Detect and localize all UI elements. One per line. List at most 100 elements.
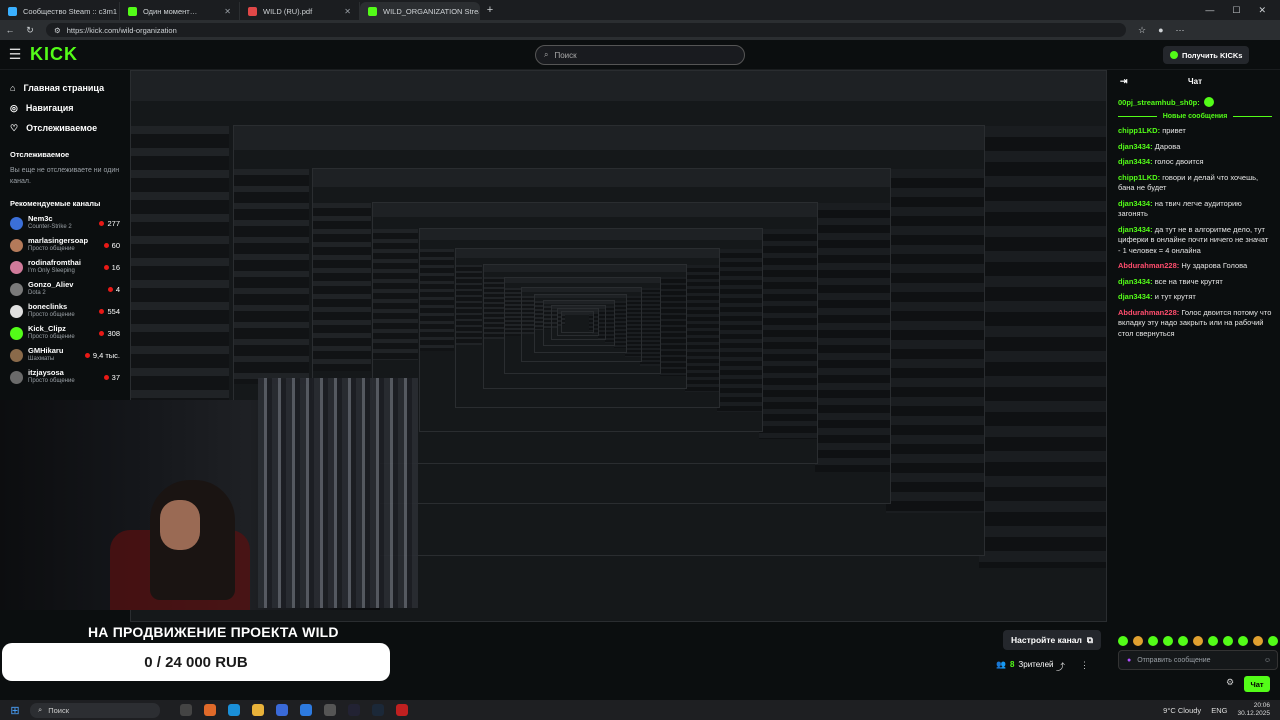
url-field[interactable]: ⚙ https://kick.com/wild-organization	[46, 23, 1126, 37]
browser-tab-1[interactable]: Сообщество Steam :: c3m1✕	[0, 2, 120, 20]
chat-username[interactable]: Abdurahman228:	[1118, 261, 1179, 270]
share-icon[interactable]: ⤴	[1056, 660, 1065, 673]
viewer-count: 16	[111, 262, 120, 272]
mail-icon[interactable]	[300, 704, 312, 716]
language-indicator[interactable]: ENG	[1211, 706, 1227, 715]
browser-tab-3[interactable]: WILD (RU).pdf ✕	[240, 2, 360, 20]
clock[interactable]: 20:06 30.12.2025	[1237, 702, 1270, 718]
nav-home[interactable]: ⌂ Главная страница	[10, 78, 120, 98]
wild-icon[interactable]	[348, 704, 360, 716]
live-dot-icon	[99, 330, 105, 336]
channel-category: I'm Only Sleeping	[28, 268, 75, 274]
steam-icon[interactable]	[372, 704, 384, 716]
chat-username[interactable]: djan3434:	[1118, 199, 1153, 208]
channel-item[interactable]: GMHikaru Шахматы 9,4 тыс.	[10, 344, 120, 366]
chat-panel: ⇥ Чат 00pj_streamhub_sh0p: Новые сообщен…	[1110, 70, 1280, 700]
minimize-icon[interactable]: —	[1205, 5, 1214, 16]
emote-icon[interactable]	[1163, 636, 1173, 646]
chat-username[interactable]: Abdurahman228:	[1118, 308, 1179, 317]
nav-browse[interactable]: ◎ Навигация	[10, 98, 120, 118]
store-icon[interactable]	[276, 704, 288, 716]
live-dot-icon	[103, 242, 109, 248]
edge-icon[interactable]	[228, 704, 240, 716]
chat-username[interactable]: djan3434:	[1118, 225, 1153, 234]
emote-icon[interactable]	[1148, 636, 1158, 646]
channel-item[interactable]: Nem3c Counter-Strike 2 277	[10, 212, 120, 234]
close-window-icon[interactable]: ✕	[1258, 5, 1266, 16]
menu-icon[interactable]: ⋯	[1176, 25, 1185, 36]
app-icon[interactable]	[204, 704, 216, 716]
search-input[interactable]: ⌕ Поиск	[535, 45, 745, 65]
emoji-icon[interactable]: ☺	[1264, 657, 1271, 664]
nested-browser-bar	[505, 277, 661, 283]
channel-item[interactable]: rodinafromthai I'm Only Sleeping 16	[10, 256, 120, 278]
more-options-icon[interactable]: ⋮	[1080, 660, 1089, 671]
channel-item[interactable]: Kick_Clipz Просто общение 308	[10, 322, 120, 344]
channel-category: Counter-Strike 2	[28, 224, 72, 230]
site-info-icon[interactable]: ⚙	[54, 26, 61, 35]
reload-icon[interactable]: ↻	[20, 25, 40, 36]
emote-icon[interactable]	[1118, 636, 1128, 646]
heart-icon: ♡	[10, 122, 19, 133]
close-icon[interactable]: ✕	[344, 7, 351, 16]
obs-icon[interactable]	[396, 704, 408, 716]
chat-input[interactable]: ● Отправить сообщение ☺	[1118, 650, 1278, 670]
maximize-icon[interactable]: ☐	[1232, 5, 1240, 16]
channel-item[interactable]: itzjaysosa Просто общение 37	[10, 366, 120, 388]
collapse-chat-icon[interactable]: ⇥	[1120, 76, 1128, 87]
nested-browser-bar	[534, 295, 626, 299]
browser-tab-4[interactable]: WILD_ORGANIZATION Stream - W✕	[360, 2, 480, 20]
app-icon[interactable]	[324, 704, 336, 716]
weather-info[interactable]: 9°C Cloudy	[1163, 706, 1201, 715]
emote-icon[interactable]	[1268, 636, 1278, 646]
browser-tab-2[interactable]: Один момент… ✕	[120, 2, 240, 20]
emote-icon[interactable]	[1223, 636, 1233, 646]
mic-icon[interactable]: ●	[1127, 657, 1131, 664]
windows-start-icon[interactable]: ⊞	[0, 704, 30, 717]
profile-icon[interactable]: ●	[1158, 25, 1163, 36]
star-icon[interactable]: ☆	[1138, 25, 1146, 36]
chat-username[interactable]: djan3434:	[1118, 277, 1153, 286]
viewer-count: 277	[107, 218, 120, 228]
setup-channel-button[interactable]: Настройте канал ⧉	[1003, 630, 1101, 650]
explorer-icon[interactable]	[252, 704, 264, 716]
nested-sidebar	[312, 203, 371, 372]
nav-label: Главная страница	[23, 83, 105, 93]
kick-header: ☰ KICK ⌕ Поиск Получить KICKs	[0, 40, 1280, 70]
send-chat-button[interactable]: Чат	[1244, 676, 1270, 692]
channel-item[interactable]: boneclinks Просто общение 554	[10, 300, 120, 322]
channel-item[interactable]: marlasingersoap Просто общение 60	[10, 234, 120, 256]
chat-username[interactable]: chipp1LKD:	[1118, 173, 1160, 182]
chat-settings-icon[interactable]: ⚙	[1226, 677, 1234, 688]
goal-title: НА ПРОДВИЖЕНИЕ ПРОЕКТА WILD	[88, 624, 339, 640]
kick-logo[interactable]: KICK	[30, 44, 78, 65]
channel-text: GMHikaru Шахматы	[28, 347, 80, 363]
emote-icon[interactable]	[1238, 636, 1248, 646]
emote-icon[interactable]	[1208, 636, 1218, 646]
avatar	[10, 216, 23, 230]
chat-username[interactable]: djan3434:	[1118, 142, 1153, 151]
viewer-number: 8	[1009, 660, 1015, 669]
nav-following[interactable]: ♡ Отслеживаемое	[10, 118, 120, 138]
taskbar-search[interactable]: ⌕ Поиск	[30, 702, 160, 718]
left-sidebar: ⌂ Главная страница ◎ Навигация ♡ Отслеживае…	[0, 70, 130, 400]
chat-username[interactable]: chipp1LKD:	[1118, 126, 1160, 135]
chat-username[interactable]: djan3434:	[1118, 292, 1153, 301]
nested-sidebar	[420, 249, 455, 352]
emote-icon[interactable]	[1133, 636, 1143, 646]
menu-toggle-icon[interactable]: ☰	[0, 46, 30, 63]
back-icon[interactable]: ←	[0, 25, 20, 35]
channel-item[interactable]: Gonzo_Aliev Dota 2 4	[10, 278, 120, 300]
get-kicks-button[interactable]: Получить KICKs	[1163, 46, 1250, 64]
chat-header: ⇥ Чат	[1118, 70, 1272, 92]
new-tab-button[interactable]: +	[480, 4, 500, 16]
pinned-username[interactable]: 00pj_streamhub_sh0p:	[1118, 98, 1200, 107]
chat-username[interactable]: djan3434:	[1118, 157, 1153, 166]
emote-icon[interactable]	[1253, 636, 1263, 646]
date: 30.12.2025	[1237, 710, 1270, 717]
close-icon[interactable]: ✕	[224, 7, 231, 16]
task-view-icon[interactable]	[180, 704, 192, 716]
emote-icon[interactable]	[1178, 636, 1188, 646]
emote-icon[interactable]	[1193, 636, 1203, 646]
kick-icon	[368, 6, 377, 16]
